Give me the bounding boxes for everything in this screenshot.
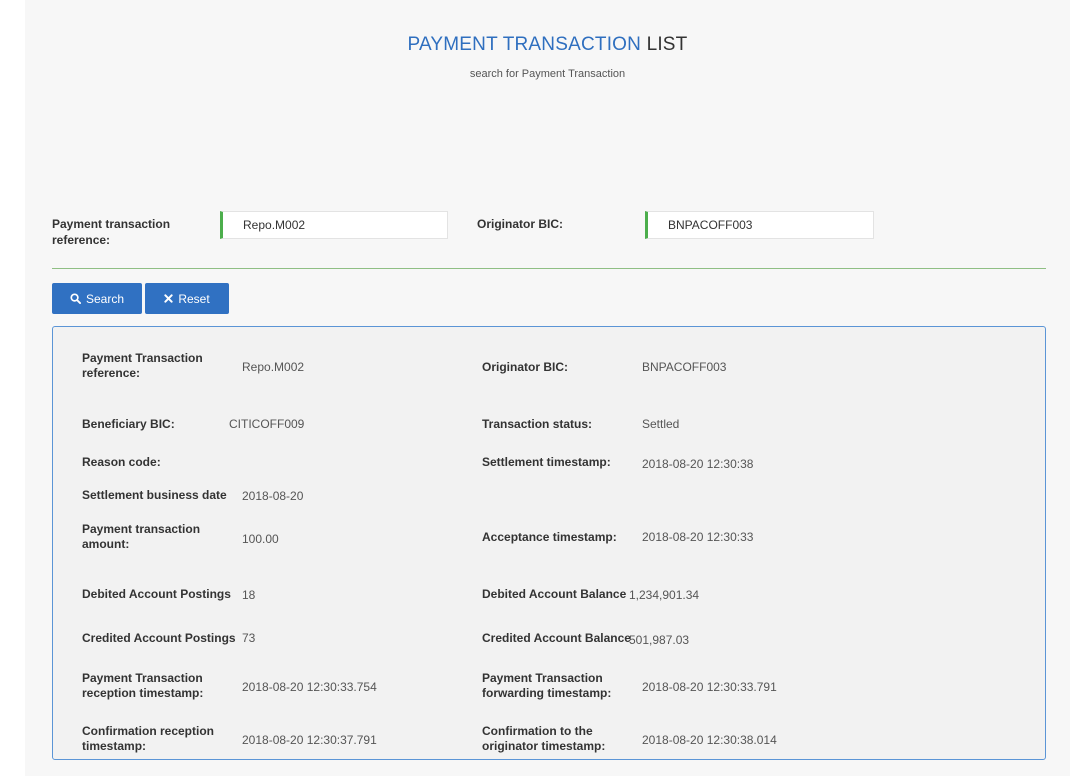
result-settle-ts-value: 2018-08-20 12:30:38 (642, 457, 754, 471)
result-settle-date-value: 2018-08-20 (242, 489, 304, 503)
result-recv-ts-value: 2018-08-20 12:30:33.754 (242, 680, 377, 694)
page: PAYMENT TRANSACTION LIST search for Paym… (25, 0, 1070, 776)
result-deb-bal-label: Debited Account Balance (482, 587, 627, 601)
result-conf-orig-label: Confirmation to the originator timestamp… (482, 724, 606, 753)
result-deb-post-value: 18 (242, 588, 256, 602)
result-fwd-ts-value: 2018-08-20 12:30:33.791 (642, 680, 777, 694)
page-title: PAYMENT TRANSACTION LIST (25, 34, 1070, 56)
result-amount-value: 100.00 (242, 532, 279, 546)
result-cred-bal-label: Credited Account Balance (482, 631, 631, 645)
result-status-label: Transaction status: (482, 417, 593, 431)
result-panel: Payment Transaction reference: Repo.M002… (52, 326, 1046, 760)
result-conf-orig-value: 2018-08-20 12:30:38.014 (642, 733, 777, 747)
result-conf-recv-label: Confirmation reception timestamp: (82, 724, 215, 753)
originator-input[interactable]: BNPACOFF003 (645, 211, 874, 239)
search-button-label: Search (85, 291, 125, 306)
originator-label: Originator BIC: (477, 217, 563, 231)
result-conf-recv-value: 2018-08-20 12:30:37.791 (242, 733, 377, 747)
result-orig-label: Originator BIC: (482, 360, 568, 374)
result-benef-value: CITICOFF009 (229, 417, 305, 431)
result-amount-label: Payment transaction amount: (82, 522, 201, 551)
result-deb-bal-value: 1,234,901.34 (629, 588, 700, 602)
reset-button-label: Reset (178, 291, 210, 306)
page-title-rest: LIST (646, 34, 688, 55)
result-ref-value: Repo.M002 (242, 360, 305, 374)
page-title-highlight: PAYMENT TRANSACTION (407, 34, 642, 55)
result-cred-bal-value: 501,987.03 (629, 633, 690, 647)
result-reason-label: Reason code: (82, 455, 161, 469)
result-accept-ts-value: 2018-08-20 12:30:33 (642, 530, 754, 544)
result-fwd-ts-label: Payment Transaction forwarding timestamp… (482, 671, 612, 700)
result-recv-ts-label: Payment Transaction reception timestamp: (82, 671, 204, 700)
reset-button[interactable]: Reset (145, 283, 229, 314)
result-benef-label: Beneficiary BIC: (82, 417, 175, 431)
search-button[interactable]: Search (52, 283, 142, 314)
result-settle-date-label: Settlement business date (82, 488, 227, 502)
result-status-value: Settled (642, 417, 680, 431)
close-icon (164, 294, 173, 303)
result-cred-post-label: Credited Account Postings (82, 631, 236, 645)
page-subtitle: search for Payment Transaction (469, 68, 626, 80)
result-settle-ts-label: Settlement timestamp: (482, 455, 611, 469)
reference-label: Payment transaction reference: (52, 217, 171, 247)
form-divider (52, 268, 1046, 269)
result-ref-label: Payment Transaction reference: (82, 351, 203, 380)
result-cred-post-value: 73 (242, 631, 256, 645)
reference-input[interactable]: Repo.M002 (220, 211, 448, 239)
result-deb-post-label: Debited Account Postings (82, 587, 231, 601)
search-icon (70, 293, 81, 304)
result-orig-value: BNPACOFF003 (642, 360, 727, 374)
result-accept-ts-label: Acceptance timestamp: (482, 530, 617, 544)
